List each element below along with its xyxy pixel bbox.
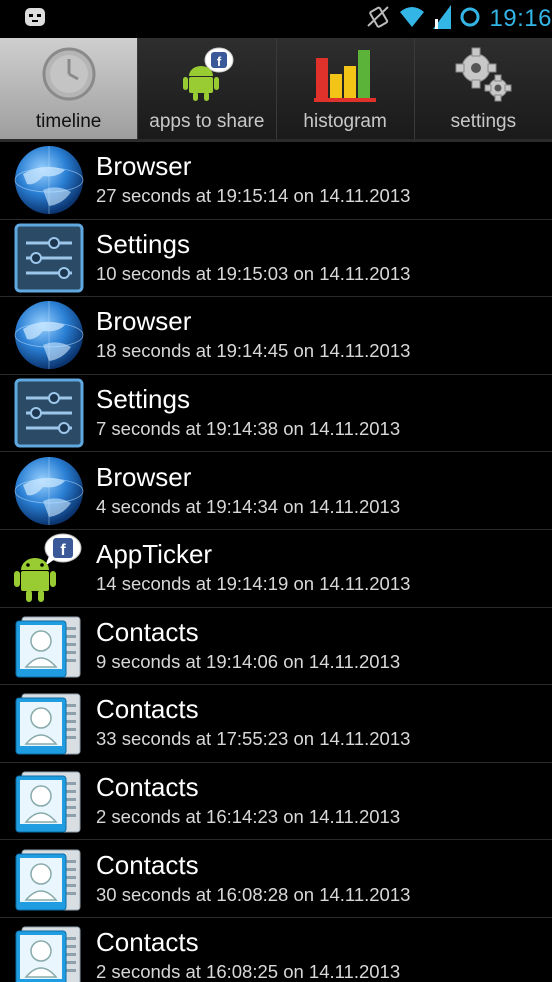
usage-detail: 14 seconds at 19:14:19 on 14.11.2013 — [96, 573, 411, 595]
app-name: Settings — [96, 384, 190, 415]
tab-label: histogram — [303, 111, 387, 132]
app-name: Browser — [96, 306, 192, 337]
list-item[interactable]: Contacts 2 seconds at 16:08:25 on 14.11.… — [0, 918, 552, 982]
globe-icon — [12, 298, 86, 372]
usage-detail: 7 seconds at 19:14:38 on 14.11.2013 — [96, 418, 401, 440]
app-name: Contacts — [96, 927, 199, 958]
usage-detail: 4 seconds at 19:14:34 on 14.11.2013 — [96, 495, 401, 517]
clock-time: 19:16 — [489, 5, 552, 32]
sync-icon — [459, 6, 481, 33]
app-name: Contacts — [96, 772, 199, 803]
contacts-icon — [12, 842, 86, 916]
list-item[interactable]: Browser 18 seconds at 19:14:45 on 14.11.… — [0, 297, 552, 375]
usage-detail: 9 seconds at 19:14:06 on 14.11.2013 — [96, 650, 401, 672]
histogram-icon — [314, 46, 377, 107]
android-share-icon: f — [12, 531, 86, 605]
timeline-list: Browser 27 seconds at 19:15:14 on 14.11.… — [0, 142, 552, 982]
list-item[interactable]: Browser 27 seconds at 19:15:14 on 14.11.… — [0, 142, 552, 220]
tab-label: timeline — [35, 111, 102, 132]
usage-detail: 2 seconds at 16:08:25 on 14.11.2013 — [96, 961, 401, 982]
wifi-icon — [399, 6, 425, 33]
tab-apps-to-share[interactable]: f apps to share — [138, 38, 277, 139]
status-bar: 19:16 — [0, 0, 552, 38]
android-share-icon: f — [177, 46, 237, 109]
globe-icon — [12, 143, 86, 217]
tab-bar: timeline f apps to share histogram setti… — [0, 38, 552, 142]
list-item[interactable]: f AppTicker 14 seconds at 19:14:19 on 14… — [0, 530, 552, 608]
app-notification-icon — [24, 6, 46, 33]
usage-detail: 18 seconds at 19:14:45 on 14.11.2013 — [96, 340, 411, 362]
app-name: Contacts — [96, 849, 199, 880]
list-item[interactable]: Settings 7 seconds at 19:14:38 on 14.11.… — [0, 375, 552, 453]
clock-icon — [41, 46, 97, 107]
list-item[interactable]: Browser 4 seconds at 19:14:34 on 14.11.2… — [0, 452, 552, 530]
list-item[interactable]: Contacts 33 seconds at 17:55:23 on 14.11… — [0, 685, 552, 763]
list-item[interactable]: Contacts 9 seconds at 19:14:06 on 14.11.… — [0, 608, 552, 686]
usage-detail: 33 seconds at 17:55:23 on 14.11.2013 — [96, 728, 411, 750]
app-name: Contacts — [96, 616, 199, 647]
usage-detail: 2 seconds at 16:14:23 on 14.11.2013 — [96, 806, 401, 828]
usage-detail: 27 seconds at 19:15:14 on 14.11.2013 — [96, 185, 411, 207]
app-name: Browser — [96, 151, 192, 182]
contacts-icon — [12, 764, 86, 838]
app-name: AppTicker — [96, 539, 213, 570]
svg-text:f: f — [60, 542, 66, 559]
globe-icon — [12, 454, 86, 528]
tab-timeline[interactable]: timeline — [0, 38, 139, 139]
gears-icon — [452, 46, 514, 107]
svg-text:f: f — [217, 54, 222, 69]
contacts-icon — [12, 609, 86, 683]
tab-settings[interactable]: settings — [415, 38, 552, 139]
tab-label: settings — [450, 111, 517, 132]
tab-histogram[interactable]: histogram — [277, 38, 415, 139]
signal-icon — [433, 4, 452, 34]
app-name: Settings — [96, 228, 190, 259]
usage-detail: 10 seconds at 19:15:03 on 14.11.2013 — [96, 262, 411, 284]
app-name: Contacts — [96, 694, 199, 725]
list-item[interactable]: Settings 10 seconds at 19:15:03 on 14.11… — [0, 220, 552, 298]
list-item[interactable]: Contacts 30 seconds at 16:08:28 on 14.11… — [0, 840, 552, 918]
vibrate-icon — [365, 4, 391, 35]
usage-detail: 30 seconds at 16:08:28 on 14.11.2013 — [96, 883, 411, 905]
list-item[interactable]: Contacts 2 seconds at 16:14:23 on 14.11.… — [0, 763, 552, 841]
contacts-icon — [12, 919, 86, 982]
tab-label: apps to share — [149, 111, 265, 132]
sliders-icon — [12, 376, 86, 450]
contacts-icon — [12, 686, 86, 760]
app-name: Browser — [96, 461, 192, 492]
sliders-icon — [12, 221, 86, 295]
